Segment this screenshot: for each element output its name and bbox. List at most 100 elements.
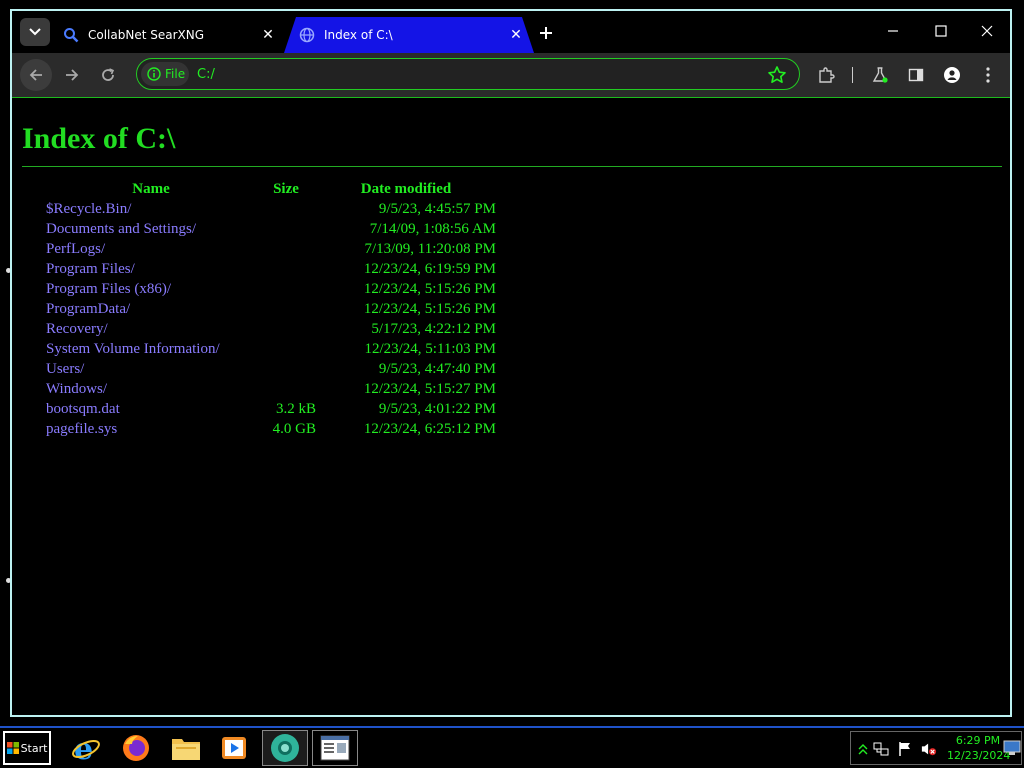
arrow-left-icon xyxy=(29,69,42,81)
file-date-modified: 12/23/24, 5:15:26 PM xyxy=(363,280,496,297)
file-link[interactable]: $Recycle.Bin/ xyxy=(46,201,256,218)
tab-searxng[interactable]: CollabNet SearXNG ✕ xyxy=(56,17,286,53)
firefox-icon xyxy=(123,735,149,761)
taskbar-file-explorer[interactable] xyxy=(164,730,208,766)
action-center-flag-icon[interactable] xyxy=(897,741,913,757)
tab-search-button[interactable] xyxy=(20,18,50,46)
network-icon[interactable] xyxy=(873,741,889,757)
listing-row: System Volume Information/12/23/24, 5:11… xyxy=(46,339,496,359)
maximize-button[interactable] xyxy=(918,17,964,45)
back-button[interactable] xyxy=(20,59,52,91)
file-size: 3.2 kB xyxy=(275,400,316,417)
origin-label: File xyxy=(165,67,186,81)
labs-button[interactable] xyxy=(866,61,894,89)
divider xyxy=(22,166,1002,167)
listing-row: PerfLogs/7/13/09, 11:20:08 PM xyxy=(46,239,496,259)
listing-row: Users/9/5/23, 4:47:40 PM xyxy=(46,359,496,379)
window-icon xyxy=(320,735,350,761)
listing-row: Program Files (x86)/ 12/23/24, 5:15:26 PM xyxy=(46,279,496,299)
minimize-button[interactable] xyxy=(870,17,916,45)
listing-rows: $Recycle.Bin/9/5/23, 4:45:57 PM Documents… xyxy=(46,199,496,439)
profile-button[interactable] xyxy=(938,61,966,89)
listing-header: Name Size Date modified xyxy=(46,179,496,199)
clock-date[interactable]: 12/23/2024 xyxy=(947,749,1010,762)
listing-row: $Recycle.Bin/9/5/23, 4:45:57 PM xyxy=(46,199,496,219)
file-link[interactable]: Program Files/ xyxy=(46,261,256,278)
taskbar-firefox[interactable] xyxy=(114,730,158,766)
extensions-button[interactable] xyxy=(812,61,840,89)
file-link[interactable]: System Volume Information/ xyxy=(46,341,256,358)
toolbar-divider xyxy=(852,67,853,83)
file-link[interactable]: Recovery/ xyxy=(46,321,256,338)
show-desktop-button[interactable] xyxy=(1003,740,1021,756)
new-tab-button[interactable] xyxy=(532,19,560,47)
file-link[interactable]: Users/ xyxy=(46,361,256,378)
file-link[interactable]: pagefile.sys xyxy=(46,421,256,438)
file-link[interactable]: bootsqm.dat xyxy=(46,401,256,418)
start-button[interactable]: Start xyxy=(3,731,51,765)
file-explorer-icon xyxy=(172,739,200,760)
file-date-modified: 12/23/24, 5:15:26 PM xyxy=(363,300,496,317)
file-size: 4.0 GB xyxy=(272,420,316,437)
close-icon xyxy=(981,25,993,37)
listing-row: Program Files/12/23/24, 6:19:59 PM xyxy=(46,259,496,279)
menu-button[interactable] xyxy=(974,61,1002,89)
show-hidden-icons-button[interactable] xyxy=(855,741,871,757)
file-date-modified: 7/14/09, 1:08:56 AM xyxy=(369,220,496,237)
file-date-modified: 9/5/23, 4:01:22 PM xyxy=(378,400,496,417)
directory-listing: Name Size Date modified $Recycle.Bin/9/5… xyxy=(46,179,496,439)
minimize-icon xyxy=(888,30,898,32)
file-date-modified: 12/23/24, 6:25:12 PM xyxy=(363,420,496,437)
close-icon[interactable]: ✕ xyxy=(504,23,528,47)
profile-icon xyxy=(944,67,960,83)
taskbar: Start e 6:29 PM 12/23/2024 xyxy=(0,726,1024,768)
chevron-up-icon xyxy=(858,744,868,755)
column-header-size[interactable]: Size xyxy=(256,181,316,198)
file-link[interactable]: Windows/ xyxy=(46,381,256,398)
file-link[interactable]: Program Files (x86)/ xyxy=(46,281,256,298)
system-tray: 6:29 PM 12/23/2024 xyxy=(850,731,1022,765)
puzzle-icon xyxy=(819,67,835,83)
plus-icon xyxy=(540,27,552,39)
clock-time[interactable]: 6:29 PM xyxy=(953,734,1003,747)
column-header-name[interactable]: Name xyxy=(46,181,256,198)
file-link[interactable]: Documents and Settings/ xyxy=(46,221,256,238)
url-text[interactable]: C:/ xyxy=(197,67,215,82)
file-date-modified: 12/23/24, 5:15:27 PM xyxy=(363,380,496,397)
tab-index-of-c[interactable]: Index of C:\ ✕ xyxy=(284,17,534,53)
column-header-date[interactable]: Date modified xyxy=(316,181,496,198)
address-bar[interactable]: File C:/ xyxy=(136,58,800,90)
listing-row: Recovery/5/17/23, 4:22:12 PM xyxy=(46,319,496,339)
listing-row: Documents and Settings/7/14/09, 1:08:56 … xyxy=(46,219,496,239)
close-icon[interactable]: ✕ xyxy=(256,23,280,47)
reload-icon xyxy=(102,68,115,81)
side-panel-icon xyxy=(908,68,924,82)
reload-button[interactable] xyxy=(92,59,124,91)
browser-window: CollabNet SearXNG ✕ Index of C:\ ✕ File … xyxy=(10,9,1012,717)
file-date-modified: 7/13/09, 11:20:08 PM xyxy=(364,240,496,257)
forward-button[interactable] xyxy=(56,59,88,91)
file-link[interactable]: PerfLogs/ xyxy=(46,241,256,258)
listing-row: Windows/12/23/24, 5:15:27 PM xyxy=(46,379,496,399)
taskbar-chrome[interactable] xyxy=(262,730,308,766)
site-info-chip[interactable]: File xyxy=(141,62,189,86)
file-date-modified: 5/17/23, 4:22:12 PM xyxy=(371,320,496,337)
globe-icon xyxy=(298,26,316,44)
volume-muted-icon[interactable] xyxy=(921,741,937,757)
taskbar-internet-explorer[interactable]: e xyxy=(64,730,108,766)
star-icon[interactable] xyxy=(767,65,787,85)
file-date-modified: 12/23/24, 5:11:03 PM xyxy=(364,340,496,357)
info-icon xyxy=(147,67,161,81)
listing-row: pagefile.sys 4.0 GB 12/23/24, 6:25:12 PM xyxy=(46,419,496,439)
chrome-icon xyxy=(271,734,299,762)
search-icon xyxy=(62,26,80,44)
listing-row: bootsqm.dat 3.2 kB 9/5/23, 4:01:22 PM xyxy=(46,399,496,419)
taskbar-media-player[interactable] xyxy=(212,730,256,766)
side-panel-button[interactable] xyxy=(902,61,930,89)
close-window-button[interactable] xyxy=(964,17,1010,45)
desktop-monitor-icon xyxy=(1003,740,1021,755)
taskbar-window[interactable] xyxy=(312,730,358,766)
file-link[interactable]: ProgramData/ xyxy=(46,301,256,318)
page-title: Index of C:\ xyxy=(22,122,176,155)
file-date-modified: 12/23/24, 6:19:59 PM xyxy=(363,260,496,277)
